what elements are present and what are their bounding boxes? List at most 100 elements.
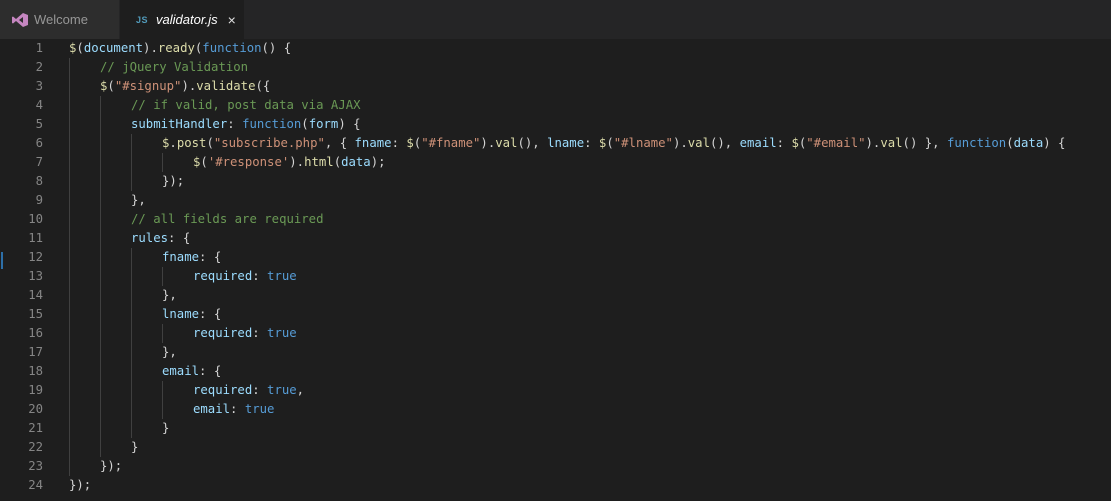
code-line[interactable]: 19 required: true, — [0, 381, 1111, 400]
line-number: 16 — [28, 326, 43, 340]
line-number: 15 — [28, 307, 43, 321]
code-token: ). — [865, 136, 881, 150]
code-line[interactable]: 13 required: true — [0, 267, 1111, 286]
code-line[interactable]: 5 submitHandler: function(form) { — [0, 115, 1111, 134]
code-token: : — [252, 269, 268, 283]
code-token: : — [230, 402, 245, 416]
line-number: 21 — [28, 421, 43, 435]
line-number: 5 — [35, 117, 43, 131]
code-token: true — [267, 326, 297, 340]
code-line[interactable]: 3 $("#signup").validate({ — [0, 77, 1111, 96]
code-editor[interactable]: 1 $(document).ready(function() {2// jQuer… — [0, 39, 1111, 501]
tab-bar: Welcome JS validator.js × — [0, 0, 1111, 39]
code-token: required — [193, 269, 253, 283]
code-token: ( — [301, 117, 309, 131]
code-token: ( — [1006, 136, 1014, 150]
code-text: }, — [162, 286, 177, 305]
code-token: }, — [131, 193, 146, 207]
line-number: 4 — [35, 98, 43, 112]
tab-validator-js-label: validator.js — [156, 12, 218, 27]
code-token: // if valid, post data via AJAX — [131, 98, 361, 112]
code-token: : — [252, 383, 268, 397]
line-number: 23 — [28, 459, 43, 473]
tab-welcome-label: Welcome — [34, 12, 88, 27]
tab-welcome[interactable]: Welcome — [0, 0, 120, 39]
code-line[interactable]: 7 $('#response').html(data); — [0, 153, 1111, 172]
code-line[interactable]: 14}, — [0, 286, 1111, 305]
code-line[interactable]: 4 // if valid, post data via AJAX — [0, 96, 1111, 115]
code-text: }); — [69, 476, 91, 495]
line-number: 13 — [28, 269, 43, 283]
code-text: submitHandler: function(form) { — [131, 115, 361, 134]
tab-validator-js[interactable]: JS validator.js × — [120, 0, 244, 39]
code-line[interactable]: 10 // all fields are required — [0, 210, 1111, 229]
code-line[interactable]: 23}); — [0, 457, 1111, 476]
line-number: 19 — [28, 383, 43, 397]
code-text: // all fields are required — [131, 210, 324, 229]
code-token: }); — [69, 478, 92, 492]
code-line[interactable]: 6 $.post("subscribe.php", { fname: $("#fn… — [0, 134, 1111, 153]
code-text: $("#signup").validate({ — [100, 77, 270, 96]
code-token: } — [162, 421, 170, 435]
code-token: : — [584, 136, 599, 150]
code-text: $.post("subscribe.php", { fname: $("#fna… — [162, 134, 1065, 153]
code-line[interactable]: 20 email: true — [0, 400, 1111, 419]
code-line[interactable]: 22} — [0, 438, 1111, 457]
code-line[interactable]: 8}); — [0, 172, 1111, 191]
code-token: : — [227, 117, 243, 131]
code-line[interactable]: 15 lname: { — [0, 305, 1111, 324]
line-number: 17 — [28, 345, 43, 359]
code-line[interactable]: 2 // jQuery Validation — [0, 58, 1111, 77]
code-text: $(document).ready(function() { — [69, 39, 291, 58]
code-token: ) { — [338, 117, 361, 131]
code-token: required — [193, 383, 253, 397]
code-token: ( — [76, 41, 84, 55]
line-number: 12 — [28, 250, 43, 264]
code-line[interactable]: 17}, — [0, 343, 1111, 362]
code-token: lname — [547, 136, 585, 150]
code-token: $ — [791, 136, 799, 150]
code-line[interactable]: 16 required: true — [0, 324, 1111, 343]
line-number: 22 — [28, 440, 43, 454]
code-text: }, — [162, 343, 177, 362]
code-text: } — [131, 438, 138, 457]
code-token: document — [83, 41, 144, 55]
code-token: function — [202, 41, 262, 55]
code-token: ) { — [1043, 136, 1066, 150]
code-token: ( — [200, 155, 208, 169]
code-line[interactable]: 18 email: { — [0, 362, 1111, 381]
code-token: () }, — [902, 136, 947, 150]
code-token: email — [739, 136, 777, 150]
line-number: 3 — [35, 79, 43, 93]
code-token: data — [1013, 136, 1044, 150]
code-line[interactable]: 11 rules: { — [0, 229, 1111, 248]
code-token: val — [880, 136, 903, 150]
code-token: ({ — [255, 79, 271, 93]
code-token: : — [776, 136, 792, 150]
code-token: : — [391, 136, 407, 150]
code-token: required — [193, 326, 253, 340]
code-token: ( — [333, 155, 342, 169]
code-token: ). — [289, 155, 305, 169]
code-token: : { — [199, 307, 222, 321]
code-token: "#signup" — [114, 79, 182, 93]
code-token: '#response' — [207, 155, 290, 169]
line-number: 20 — [28, 402, 43, 416]
code-token: }); — [162, 174, 185, 188]
line-number: 11 — [28, 231, 43, 245]
code-text: }); — [100, 457, 122, 476]
code-token: $ — [406, 136, 414, 150]
code-token: validate — [196, 79, 256, 93]
code-token: email — [193, 402, 231, 416]
code-token: () { — [261, 41, 292, 55]
code-line[interactable]: 1 $(document).ready(function() { — [0, 39, 1111, 58]
code-token: }); — [100, 459, 123, 473]
code-line[interactable]: 12 fname: { — [0, 248, 1111, 267]
code-text: // if valid, post data via AJAX — [131, 96, 361, 115]
code-token: ( — [107, 79, 115, 93]
code-line[interactable]: 21} — [0, 419, 1111, 438]
line-number: 2 — [35, 60, 43, 74]
code-line[interactable]: 9}, — [0, 191, 1111, 210]
close-tab-icon[interactable]: × — [228, 13, 236, 27]
code-line[interactable]: 24}); — [0, 476, 1111, 495]
